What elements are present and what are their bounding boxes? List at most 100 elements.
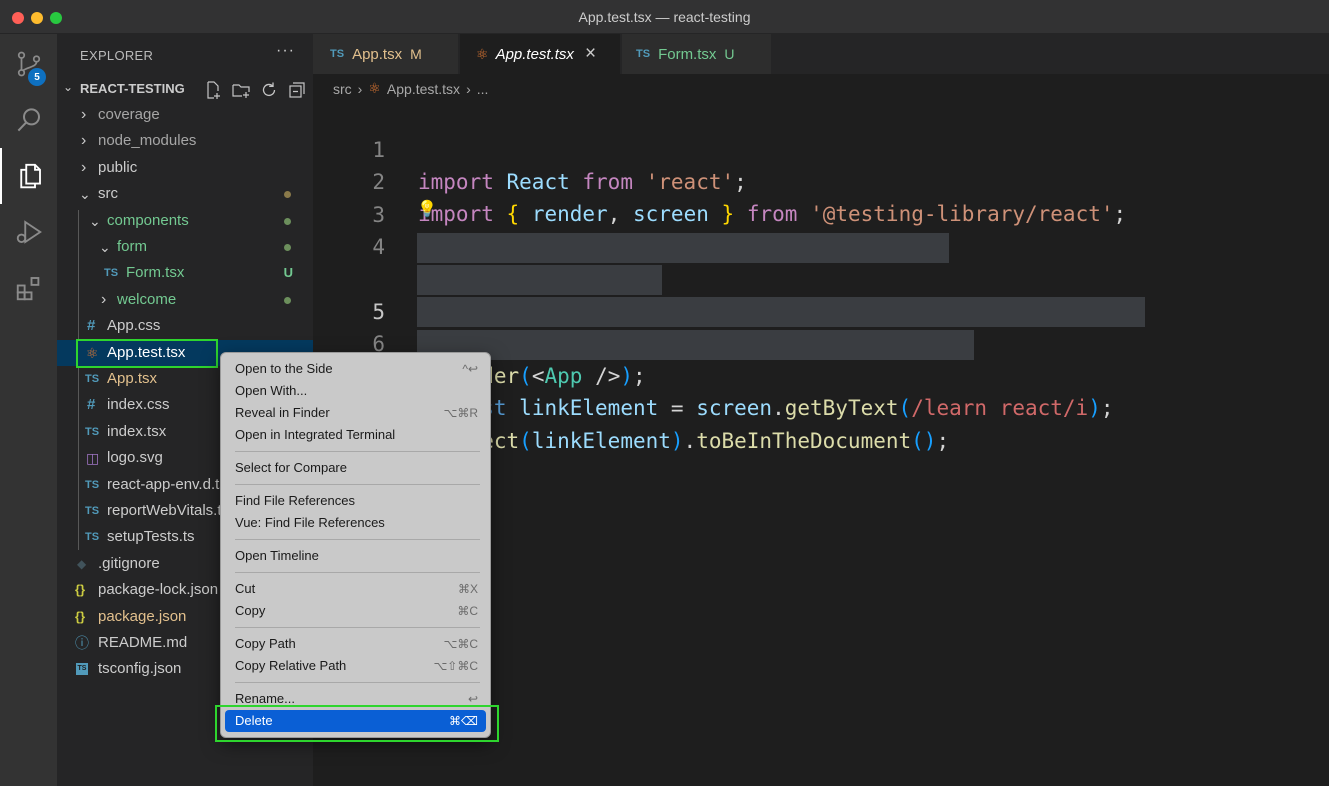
source-control-button[interactable]: 5	[0, 36, 57, 92]
tree-item-node-modules[interactable]: › node_modules	[57, 128, 313, 154]
lightbulb-icon[interactable]: 💡	[417, 199, 437, 219]
tree-item-label: .gitignore	[98, 555, 160, 572]
run-debug-icon	[16, 220, 42, 244]
modified-badge: M	[410, 46, 422, 62]
run-debug-button[interactable]	[0, 204, 57, 260]
menu-separator	[235, 484, 480, 485]
activity-bar: 5	[0, 34, 57, 786]
menu-item-open-timeline[interactable]: Open Timeline	[225, 545, 486, 567]
tree-item-components[interactable]: ⌄ components	[57, 208, 313, 234]
tree-item-public[interactable]: › public	[57, 155, 313, 181]
typescript-icon: TS	[85, 531, 100, 543]
selection-highlight	[417, 265, 662, 295]
code-line: 3 import App from './App';	[313, 167, 721, 259]
files-icon	[19, 163, 41, 189]
typescript-icon: TS	[85, 373, 100, 385]
tree-item-welcome[interactable]: › welcome	[57, 287, 313, 313]
menu-item-open-in-terminal[interactable]: Open in Integrated Terminal	[225, 424, 486, 446]
typescript-icon: TS	[636, 48, 651, 60]
css-icon: #	[87, 396, 96, 413]
delete-item-highlight	[215, 705, 499, 742]
search-button[interactable]	[0, 92, 57, 148]
tree-item-label: logo.svg	[107, 449, 163, 466]
new-folder-icon[interactable]	[231, 80, 251, 100]
tree-item-form[interactable]: ⌄ form	[57, 234, 313, 260]
collapse-all-icon[interactable]	[287, 80, 307, 100]
explorer-header: EXPLORER	[80, 48, 154, 63]
react-icon: ⚛	[368, 80, 381, 96]
menu-item-shortcut: ⌥⌘R	[443, 406, 479, 420]
menu-item-label: Open in Integrated Terminal	[235, 427, 396, 442]
tree-item-form-tsx[interactable]: TS Form.tsx U	[57, 260, 313, 286]
menu-item-select-for-compare[interactable]: Select for Compare	[225, 457, 486, 479]
json-icon: {}	[75, 609, 86, 624]
menu-item-label: Copy	[235, 603, 266, 618]
typescript-icon: TS	[85, 426, 100, 438]
menu-item-copy-path[interactable]: Copy Path ⌥⌘C	[225, 633, 486, 655]
menu-separator	[235, 572, 480, 573]
tree-item-src[interactable]: ⌄ src	[57, 181, 313, 207]
chevron-right-icon: ›	[81, 132, 87, 149]
chevron-down-icon: ⌄	[99, 239, 111, 255]
menu-item-vue-find-file-references[interactable]: Vue: Find File References	[225, 512, 486, 534]
untracked-dot	[284, 297, 291, 304]
git-icon: ◆	[77, 557, 87, 571]
typescript-icon: TS	[330, 48, 345, 60]
code-line: 5 test('renders learn react link', () =>…	[313, 232, 1329, 356]
search-icon	[17, 108, 40, 132]
tsconfig-icon: TS	[76, 663, 88, 675]
menu-item-shortcut: ⌥⌘C	[443, 637, 479, 651]
tree-item-label: index.tsx	[107, 423, 167, 440]
chevron-down-icon: ⌄	[89, 213, 101, 229]
project-section-header[interactable]: ⌄ REACT-TESTING	[57, 78, 313, 100]
code-line: 7 const linkElement = screen.getByText(/…	[313, 296, 1329, 420]
code-line: 2 import { render, screen } from '@testi…	[313, 134, 1126, 226]
breadcrumb-separator: ›	[466, 80, 471, 97]
project-name: REACT-TESTING	[80, 81, 185, 96]
svg-file-icon: ◫	[86, 450, 100, 466]
menu-item-copy-relative-path[interactable]: Copy Relative Path ⌥⇧⌘C	[225, 655, 486, 677]
breadcrumb-symbol[interactable]: ...	[477, 81, 489, 97]
tree-item-label: reportWebVitals.ts	[107, 502, 229, 519]
menu-item-label: Open With...	[235, 383, 308, 398]
menu-item-open-to-the-side[interactable]: Open to the Side ^↩	[225, 358, 486, 380]
menu-item-cut[interactable]: Cut ⌘X	[225, 578, 486, 600]
tab-app-test-tsx[interactable]: ⚛ App.test.tsx ×	[460, 34, 621, 74]
tab-label: App.test.tsx	[495, 45, 574, 63]
tree-item-label: public	[98, 159, 138, 176]
refresh-icon[interactable]	[259, 80, 279, 100]
selection-highlight	[417, 330, 974, 360]
tree-item-label: welcome	[117, 291, 177, 308]
json-icon: {}	[75, 582, 86, 597]
code-line: 6 render(<App />);	[313, 264, 1329, 388]
menu-item-open-with[interactable]: Open With...	[225, 380, 486, 402]
close-icon[interactable]: ×	[585, 43, 596, 65]
new-file-icon[interactable]	[203, 80, 223, 100]
tab-form-tsx[interactable]: TS Form.tsx U	[622, 34, 772, 74]
menu-item-copy[interactable]: Copy ⌘C	[225, 600, 486, 622]
breadcrumb-folder[interactable]: src	[333, 81, 352, 97]
tree-item-label: App.tsx	[107, 370, 158, 387]
tree-item-label: components	[107, 212, 189, 229]
extensions-button[interactable]	[0, 260, 57, 316]
chevron-right-icon: ›	[101, 291, 107, 308]
react-icon: ⚛	[476, 45, 489, 62]
tree-item-label: src	[98, 185, 118, 202]
menu-item-shortcut: ^↩	[462, 362, 478, 376]
menu-item-label: Copy Relative Path	[235, 658, 347, 673]
typescript-icon: TS	[104, 267, 119, 279]
tree-item-coverage[interactable]: › coverage	[57, 102, 313, 128]
menu-item-shortcut: ⌘X	[457, 582, 478, 596]
tree-item-label: react-app-env.d.ts	[107, 476, 227, 493]
menu-item-label: Rename...	[235, 691, 295, 706]
breadcrumb-file[interactable]: App.test.tsx	[387, 81, 460, 97]
more-actions-button[interactable]: ···	[276, 42, 295, 60]
explorer-button[interactable]	[0, 148, 57, 204]
extensions-icon	[16, 277, 39, 301]
tab-app-tsx[interactable]: TS App.tsx M	[313, 34, 459, 74]
menu-item-find-file-references[interactable]: Find File References	[225, 490, 486, 512]
tree-item-app-css[interactable]: # App.css	[57, 313, 313, 339]
code-line: 4	[313, 199, 385, 259]
tab-label: App.tsx	[352, 45, 403, 63]
menu-item-reveal-in-finder[interactable]: Reveal in Finder ⌥⌘R	[225, 402, 486, 424]
